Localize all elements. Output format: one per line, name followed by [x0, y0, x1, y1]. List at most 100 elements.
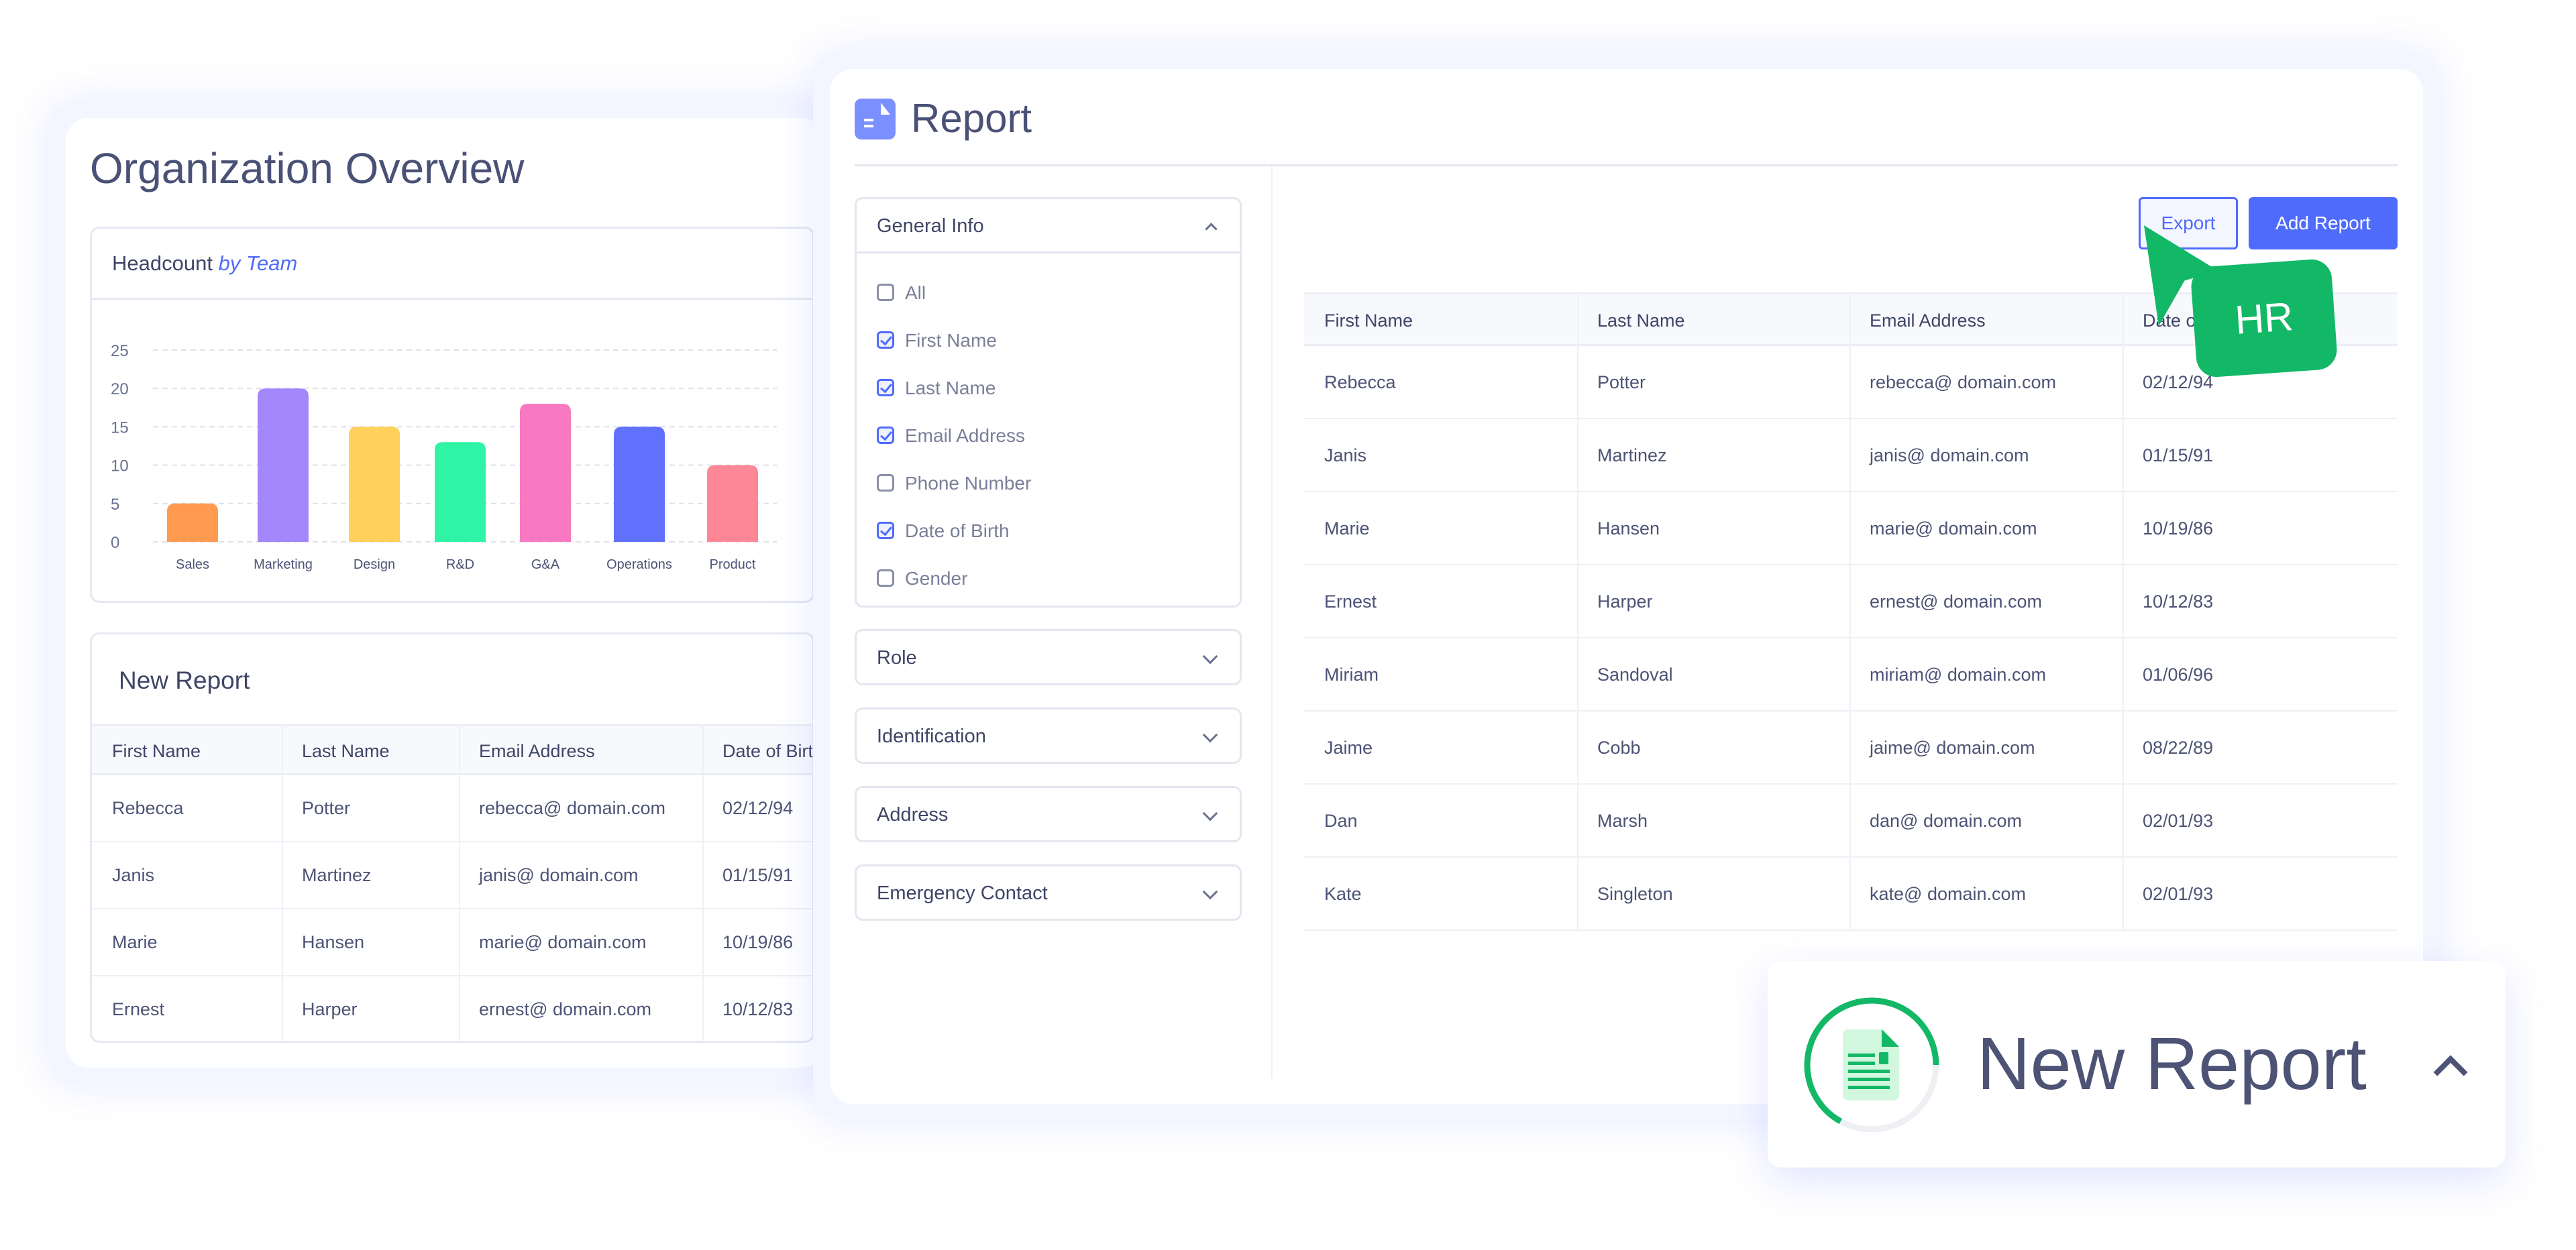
x-tick-label: Operations	[606, 557, 672, 572]
table-cell: Rebecca	[112, 798, 184, 818]
y-tick-label: 25	[111, 342, 129, 360]
checkbox-label: Date of Birth	[905, 520, 1010, 541]
table-row[interactable]: Dan Marsh dan@ domain.com 02/01/93	[1304, 785, 2398, 858]
table-cell: Potter	[1597, 372, 1646, 392]
new-report-toast[interactable]: New Report	[1768, 961, 2506, 1168]
table-cell: ernest@ domain.com	[1870, 591, 2043, 612]
table-row[interactable]: Marie Hansen marie@ domain.com 10/19/86	[1304, 492, 2398, 565]
x-tick-label: R&D	[446, 557, 474, 572]
table-cell: rebecca@ domain.com	[1870, 372, 2057, 392]
table-cell: Marsh	[1597, 810, 1648, 831]
table-cell: 10/19/86	[722, 932, 794, 952]
table-cell: 01/15/91	[722, 865, 794, 885]
accordion-address[interactable]: Address	[855, 786, 1242, 842]
chevron-down-icon	[1202, 727, 1218, 743]
table-cell: Ernest	[1324, 591, 1377, 612]
bar-sales	[167, 503, 218, 542]
x-tick-label: Marketing	[254, 557, 313, 572]
checkbox-gender[interactable]: Gender	[857, 565, 1240, 592]
checkbox-label: Gender	[905, 568, 968, 589]
checkbox[interactable]	[877, 427, 894, 444]
table-row[interactable]: Kate Singleton kate@ domain.com 02/01/93	[1304, 858, 2398, 931]
table-row[interactable]: Janis Martinez janis@ domain.com 01/15/91	[1304, 419, 2398, 492]
table-cell: janis@ domain.com	[479, 865, 639, 885]
table-header: First Name Last Name Email Address Date of …	[92, 724, 812, 775]
table-cell: dan@ domain.com	[1870, 810, 2023, 831]
bar-design	[349, 427, 400, 542]
new-report-card-title: New Report	[119, 667, 250, 694]
column-header[interactable]: First Name	[1324, 310, 1413, 331]
table-cell: Marie	[112, 932, 158, 952]
new-report-table: First Name Last Name Email Address Date of …	[92, 724, 812, 1041]
spreadsheet-document-icon	[1843, 1029, 1899, 1100]
table-cell: 10/19/86	[2143, 518, 2214, 538]
toast-label: New Report	[1977, 1023, 2367, 1105]
checkbox-date-of-birth[interactable]: Date of Birth	[857, 518, 1240, 545]
column-header[interactable]: Email Address	[1870, 310, 1986, 331]
accordion-general-info: General Info All First Name Last Name Email…	[855, 197, 1242, 608]
column-header[interactable]: First Name	[112, 741, 201, 762]
table-cell: marie@ domain.com	[1870, 518, 2037, 538]
chevron-up-icon[interactable]	[2433, 1055, 2468, 1090]
x-tick-label: G&A	[531, 557, 560, 572]
checkbox[interactable]	[877, 522, 894, 539]
table-row[interactable]: Janis Martinez janis@ domain.com 01/15/91	[92, 842, 812, 909]
accordion-emergency-contact[interactable]: Emergency Contact	[855, 864, 1242, 921]
table-cell: 02/01/93	[2143, 810, 2214, 831]
table-cell: Kate	[1324, 883, 1362, 904]
table-cell: 10/12/83	[722, 999, 794, 1019]
accordion-label: Emergency Contact	[877, 883, 1048, 904]
bar-r&d	[435, 442, 486, 542]
add-report-button[interactable]: Add Report	[2249, 197, 2398, 249]
accordion-role[interactable]: Role	[855, 629, 1242, 685]
accordion-identification[interactable]: Identification	[855, 707, 1242, 764]
table-cell: miriam@ domain.com	[1870, 664, 2046, 685]
bar-operations	[614, 427, 665, 542]
checkbox[interactable]	[877, 379, 894, 396]
checkbox-first-name[interactable]: First Name	[857, 327, 1240, 354]
document-icon	[855, 99, 896, 139]
chevron-down-icon	[1202, 884, 1218, 900]
checkbox[interactable]	[877, 474, 894, 492]
column-header[interactable]: Last Name	[302, 741, 390, 762]
checkbox-phone-number[interactable]: Phone Number	[857, 470, 1240, 497]
new-report-card: New Report First Name Last Name Email Addr…	[90, 632, 814, 1043]
table-cell: 08/22/89	[2143, 737, 2214, 758]
table-row[interactable]: Ernest Harper ernest@ domain.com 10/12/83	[92, 976, 812, 1041]
checkbox-all[interactable]: All	[857, 280, 1240, 306]
y-tick-label: 20	[111, 380, 129, 398]
table-cell: Hansen	[1597, 518, 1660, 538]
table-cell: 02/12/94	[722, 798, 794, 818]
bar-marketing	[258, 388, 309, 542]
table-cell: Harper	[1597, 591, 1653, 612]
table-cell: Harper	[302, 999, 358, 1019]
checkbox-last-name[interactable]: Last Name	[857, 375, 1240, 402]
table-cell: Marie	[1324, 518, 1370, 538]
table-row[interactable]: Jaime Cobb jaime@ domain.com 08/22/89	[1304, 712, 2398, 785]
bar-product	[707, 465, 758, 542]
chevron-up-icon	[1205, 223, 1218, 235]
column-header[interactable]: Last Name	[1597, 310, 1685, 331]
table-cell: rebecca@ domain.com	[479, 798, 666, 818]
checkbox[interactable]	[877, 284, 894, 301]
checkbox-label: First Name	[905, 330, 997, 351]
general-info-header[interactable]: General Info	[857, 199, 1240, 253]
table-row[interactable]: Miriam Sandoval miriam@ domain.com 01/06/96	[1304, 638, 2398, 712]
table-cell: 02/12/94	[2143, 372, 2214, 392]
checkbox[interactable]	[877, 331, 894, 349]
x-tick-label: Product	[710, 557, 756, 572]
table-cell: 01/15/91	[2143, 445, 2214, 465]
table-cell: marie@ domain.com	[479, 932, 647, 952]
column-header[interactable]: Email Address	[479, 741, 595, 762]
report-title: Report	[911, 96, 1032, 141]
checkbox[interactable]	[877, 569, 894, 587]
report-table: First NameLast NameEmail AddressDate of …	[1304, 292, 2398, 932]
table-row[interactable]: Ernest Harper ernest@ domain.com 10/12/83	[1304, 565, 2398, 638]
table-row[interactable]: Rebecca Potter rebecca@ domain.com 02/12/94	[92, 775, 812, 842]
table-cell: kate@ domain.com	[1870, 883, 2027, 904]
checkbox-email-address[interactable]: Email Address	[857, 422, 1240, 449]
checkbox-label: Last Name	[905, 378, 996, 398]
table-cell: jaime@ domain.com	[1870, 737, 2035, 758]
table-row[interactable]: Marie Hansen marie@ domain.com 10/19/86	[92, 909, 812, 976]
column-header[interactable]: Date of Birth	[722, 741, 812, 762]
